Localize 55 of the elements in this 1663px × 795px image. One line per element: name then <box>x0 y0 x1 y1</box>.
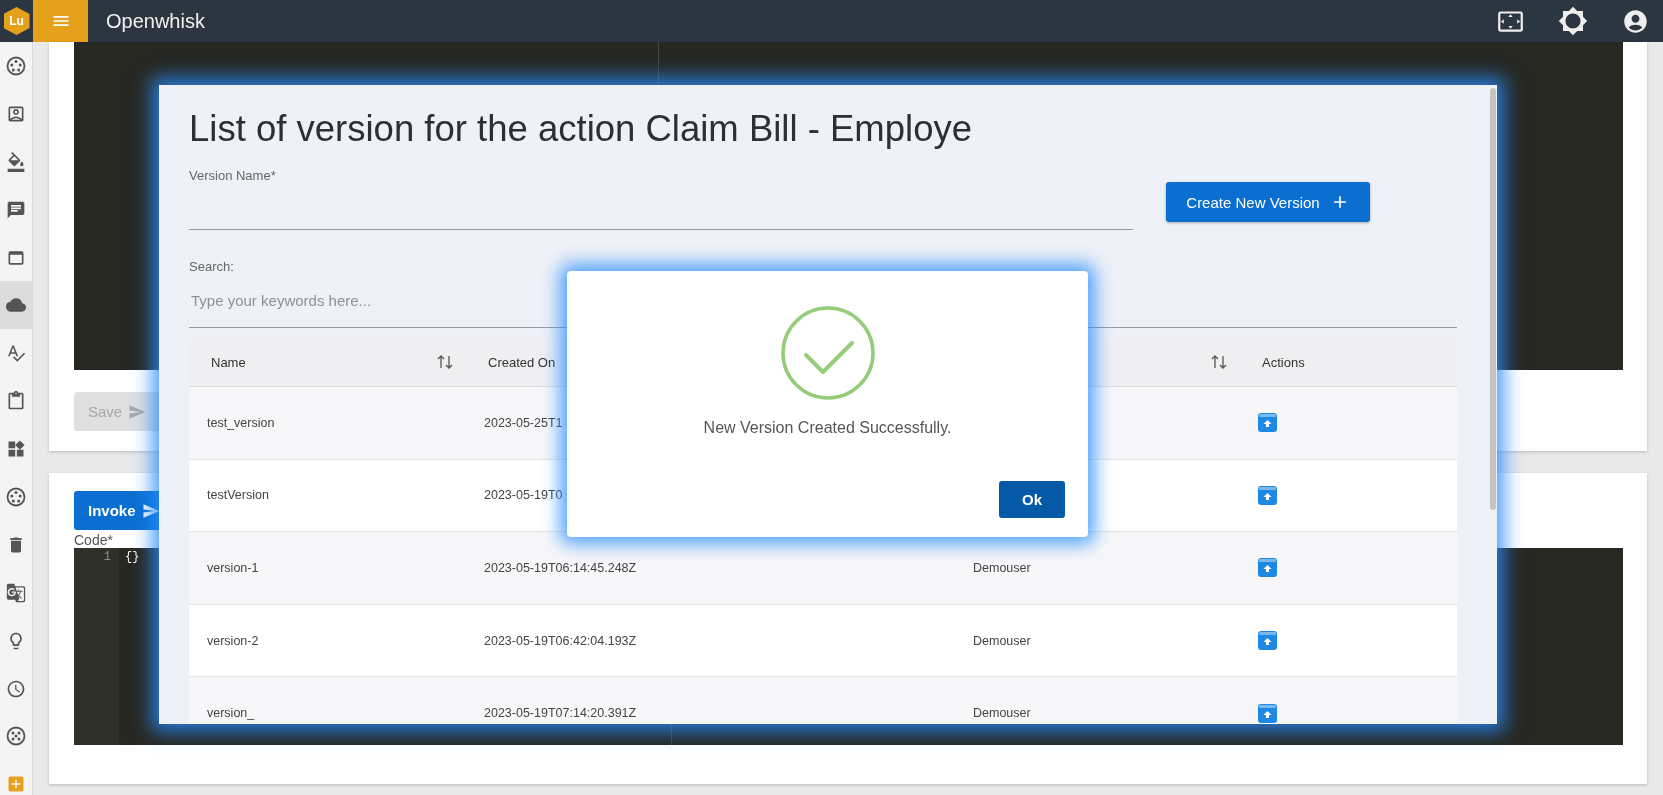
code-text: {} <box>124 549 140 564</box>
account-button[interactable] <box>1622 7 1649 35</box>
upload-button[interactable] <box>1258 703 1277 723</box>
upload-button[interactable] <box>1258 558 1277 578</box>
field-label: Search: <box>189 259 235 274</box>
sidebar-item[interactable] <box>0 281 32 330</box>
table-cell: version_ <box>189 677 466 724</box>
field-label: Version Name* <box>189 168 277 183</box>
modal-title: List of version for the action Claim Bill - Employe <box>189 109 974 149</box>
clipboard-icon <box>6 391 26 412</box>
dotted-circle-icon <box>6 726 26 747</box>
clock-icon <box>6 678 26 699</box>
success-message: New Version Created Successfully. <box>703 419 952 437</box>
ok-button[interactable]: Ok <box>999 481 1065 518</box>
table-cell: 2023-05-19T06:42:04.193Z <box>466 604 955 678</box>
table-cell: Demouser <box>955 604 1240 678</box>
sort-icon[interactable] <box>1210 353 1228 371</box>
header-label: Name <box>211 354 246 370</box>
header-label: Created On <box>488 354 556 370</box>
upload-button[interactable] <box>1258 485 1277 505</box>
code-label: Code* <box>74 532 114 548</box>
account-icon <box>1622 7 1649 35</box>
dotted-circle-icon <box>6 486 26 507</box>
app-title: Openwhisk <box>106 9 205 33</box>
table-cell: Demouser <box>955 532 1240 605</box>
line-number: 1 <box>103 550 111 566</box>
column-header[interactable]: Name <box>189 338 466 387</box>
upload-button[interactable] <box>1258 631 1277 651</box>
table-cell: version-2 <box>189 604 466 678</box>
chat-icon <box>6 199 26 220</box>
brightness-icon <box>1558 6 1588 36</box>
table-cell: version-1 <box>189 532 466 605</box>
table-cell: test_version <box>189 387 466 460</box>
brightness-button[interactable] <box>1558 6 1588 36</box>
table-cell: 2023-05-19T06:14:45.248Z <box>466 532 955 605</box>
dotted-circle-icon <box>6 55 26 76</box>
add-icon <box>6 774 26 795</box>
check-circle-icon <box>779 305 876 401</box>
logo: Lu <box>3 7 30 35</box>
upload-icon <box>1258 558 1277 578</box>
table-cell: testVersion <box>189 459 466 533</box>
upload-icon <box>1258 413 1277 433</box>
translate-icon <box>6 582 26 603</box>
header-label: Actions <box>1262 354 1305 370</box>
upload-button[interactable] <box>1258 413 1277 433</box>
upload-icon <box>1258 631 1277 651</box>
table-cell: 2023-05-19T07:14:20.391Z <box>466 677 955 724</box>
table-cell: Demouser <box>955 677 1240 724</box>
spellcheck-icon <box>6 343 26 364</box>
upload-icon <box>1258 485 1277 505</box>
scrollbar[interactable] <box>1490 88 1496 510</box>
create-version-button[interactable]: Create New Version <box>1166 182 1370 222</box>
widgets-icon <box>6 439 26 460</box>
paint-bucket-icon <box>6 151 26 172</box>
sort-icon[interactable] <box>436 353 454 371</box>
